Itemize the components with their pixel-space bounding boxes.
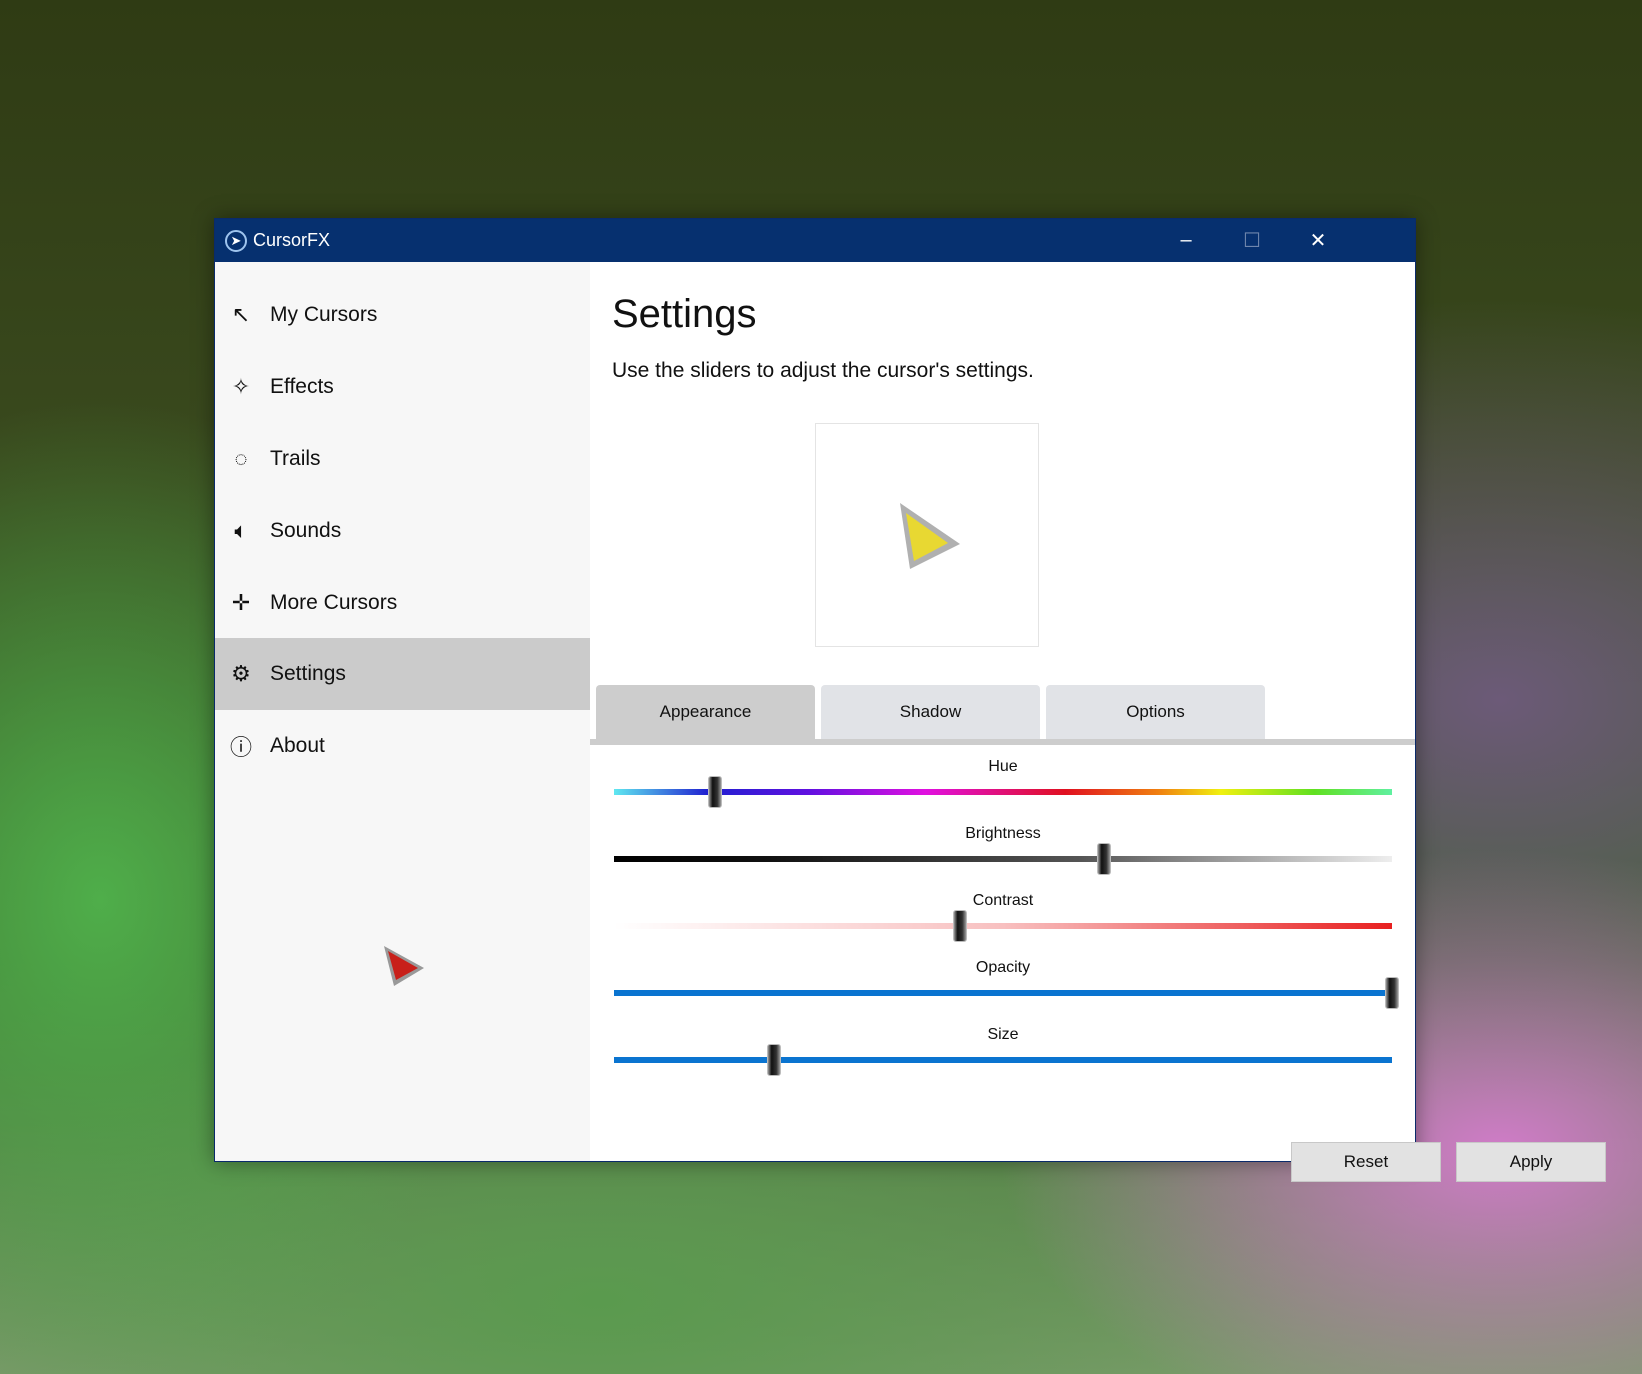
page-subtitle: Use the sliders to adjust the cursor's s… [612,359,1034,382]
slider-label-opacity: Opacity [975,959,1031,976]
info-icon: ⓘ [229,735,252,760]
slider-thumb[interactable] [953,910,968,942]
slider-thumb[interactable] [767,1044,782,1076]
move-icon: ✛ [231,590,251,615]
trails-icon: ◌ [234,446,248,471]
slider-label-size: Size [987,1026,1019,1043]
mouse-pointer-icon [384,946,424,986]
settings-panel: Settings Use the sliders to adjust the c… [590,262,1606,1182]
cursor-preview [815,423,1039,647]
reset-button[interactable]: Reset [1291,1142,1441,1182]
window-title: CursorFX [253,230,331,250]
tab-divider [590,739,1415,745]
app-icon: ➤ [225,229,247,252]
title-bar: ➤ CursorFX – ☐ ✕ [215,219,1415,262]
slider-thumb[interactable] [1385,977,1399,1009]
hue-slider[interactable] [614,776,1392,808]
slider-label-contrast: Contrast [972,892,1034,909]
magic-wand-icon: ✧ [231,374,251,399]
slider-thumb[interactable] [708,776,723,808]
sidebar-item-effects[interactable]: ✧ Effects [215,351,590,423]
opacity-slider[interactable] [614,977,1399,1009]
slider-label-brightness: Brightness [965,825,1041,842]
sidebar-item-label: Effects [270,375,334,398]
tab-appearance[interactable]: Appearance [596,685,815,739]
sidebar-item-label: Sounds [270,519,342,542]
cursor-preview-icon [900,503,960,569]
contrast-slider[interactable] [614,910,1392,942]
apply-button[interactable]: Apply [1456,1142,1606,1182]
sidebar-item-label: Trails [270,447,321,470]
page-title: Settings [612,292,757,336]
sidebar-item-label: Settings [270,662,346,685]
arrow-cursor-icon: ↖ [231,302,251,327]
sidebar-item-label: About [270,734,325,757]
tab-shadow[interactable]: Shadow [821,685,1040,739]
sidebar-item-trails[interactable]: ◌ Trails [215,423,590,495]
tab-options[interactable]: Options [1046,685,1265,739]
speaker-icon: 🔈︎ [234,518,248,543]
sidebar-item-about[interactable]: ⓘ About [215,710,590,782]
sidebar-item-my-cursors[interactable]: ↖ My Cursors [215,279,590,351]
sidebar-item-more-cursors[interactable]: ✛ More Cursors [215,567,590,639]
sidebar-item-label: More Cursors [270,591,398,614]
minimize-button[interactable]: – [1153,219,1219,262]
maximize-button[interactable]: ☐ [1219,219,1285,262]
close-button[interactable]: ✕ [1285,219,1351,262]
slider-label-hue: Hue [988,758,1018,775]
brightness-slider[interactable] [614,843,1392,875]
cursorfx-window: ➤ CursorFX – ☐ ✕ ↖ My Cursors ✧ Effects ◌ T… [214,218,1606,1182]
sidebar-item-label: My Cursors [270,303,378,326]
sidebar-item-settings[interactable]: ⚙ Settings [215,638,590,710]
size-slider[interactable] [614,1044,1392,1076]
slider-thumb[interactable] [1097,843,1112,875]
gear-icon: ⚙ [231,661,251,686]
sidebar: ↖ My Cursors ✧ Effects ◌ Trails 🔈︎ Sounds ✛ M… [215,262,590,1161]
sidebar-item-sounds[interactable]: 🔈︎ Sounds [215,495,590,567]
